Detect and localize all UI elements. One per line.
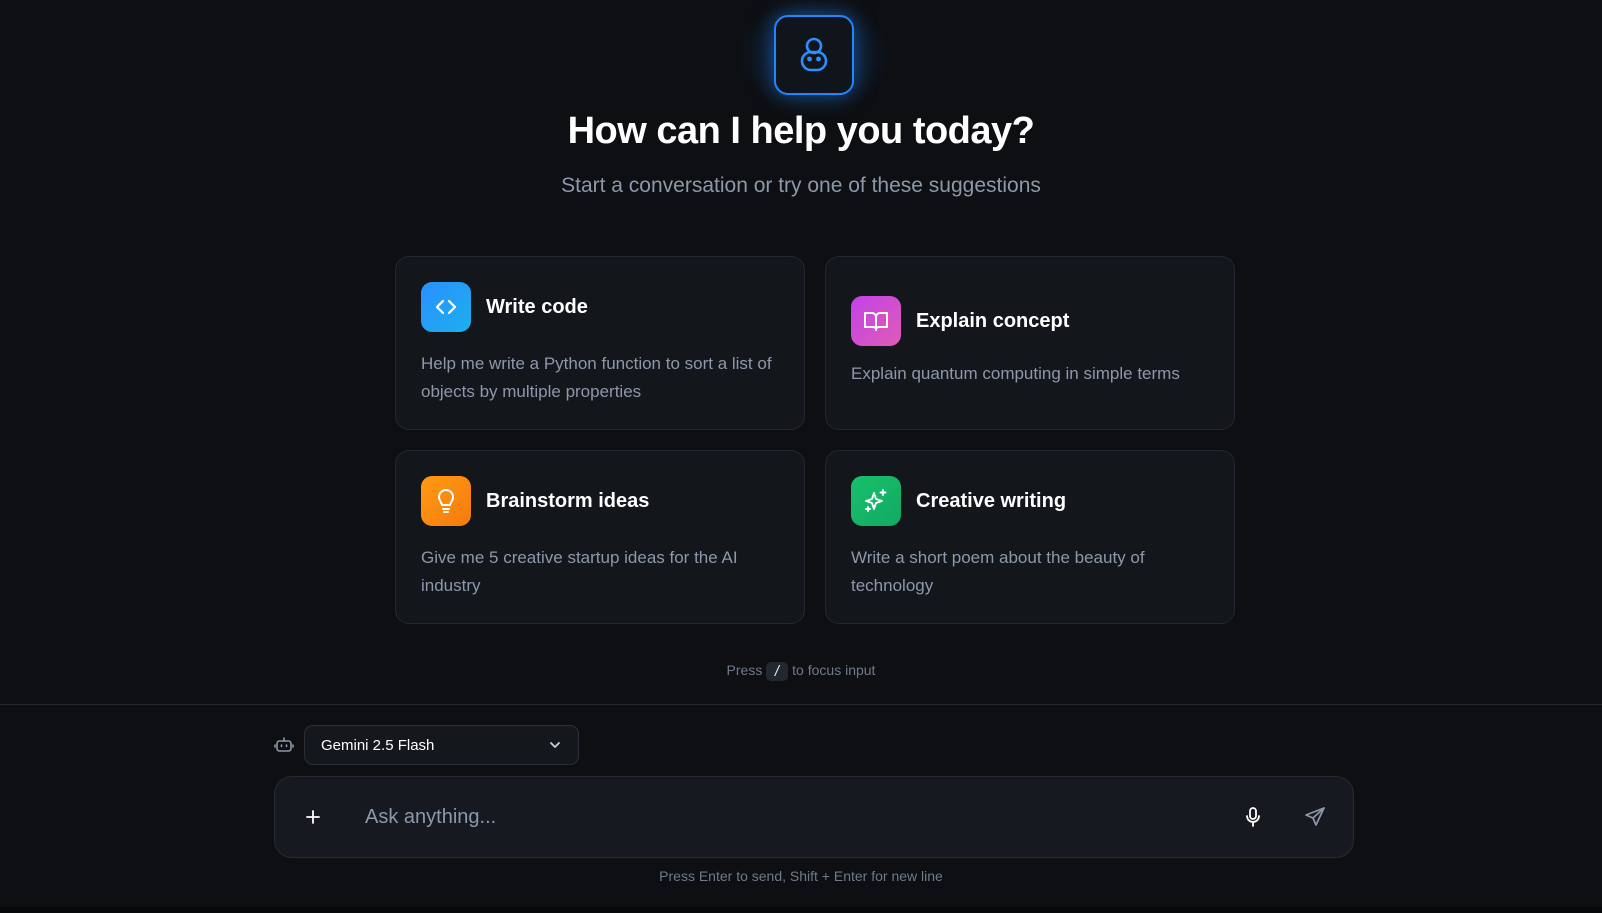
shortcut-key: /: [766, 662, 789, 681]
card-title: Explain concept: [916, 309, 1070, 332]
model-select[interactable]: Gemini 2.5 Flash: [304, 725, 579, 765]
suggestion-card-write-code[interactable]: Write code Help me write a Python functi…: [395, 256, 805, 430]
composer-divider: [0, 704, 1602, 705]
hint-suffix: to focus input: [792, 662, 876, 678]
hint-prefix: Press: [726, 662, 763, 678]
suggestion-card-creative-writing[interactable]: Creative writing Write a short poem abou…: [825, 450, 1235, 624]
suggestion-card-brainstorm-ideas[interactable]: Brainstorm ideas Give me 5 creative star…: [395, 450, 805, 624]
send-shortcut-hint: Press Enter to send, Shift + Enter for n…: [659, 868, 943, 884]
attach-button[interactable]: [293, 797, 333, 837]
focus-shortcut-hint: Press / to focus input: [0, 662, 1602, 681]
page-title: How can I help you today?: [567, 110, 1035, 152]
card-description: Explain quantum computing in simple term…: [851, 364, 1180, 383]
robot-icon: [800, 37, 828, 72]
voice-input-button[interactable]: [1233, 797, 1273, 837]
model-selector-row: Gemini 2.5 Flash: [274, 725, 579, 765]
assistant-logo: [774, 15, 854, 95]
chevron-down-icon: [550, 742, 560, 748]
card-description: Give me 5 creative startup ideas for the…: [421, 548, 738, 595]
page-subtitle: Start a conversation or try one of these…: [561, 174, 1041, 197]
code-icon: [421, 282, 471, 332]
model-select-value: Gemini 2.5 Flash: [321, 736, 435, 754]
card-description: Help me write a Python function to sort …: [421, 354, 772, 401]
lightbulb-icon: [421, 476, 471, 526]
card-title: Brainstorm ideas: [486, 489, 650, 512]
send-button[interactable]: [1295, 797, 1335, 837]
microphone-icon: [1246, 807, 1260, 827]
card-header: Brainstorm ideas: [421, 476, 779, 526]
card-description: Write a short poem about the beauty of t…: [851, 548, 1145, 595]
suggestion-card-explain-concept[interactable]: Explain concept Explain quantum computin…: [825, 256, 1235, 430]
card-header: Write code: [421, 282, 779, 332]
message-composer: [274, 776, 1354, 858]
message-input[interactable]: [365, 797, 1233, 837]
card-header: Creative writing: [851, 476, 1209, 526]
chat-home: How can I help you today? Start a conver…: [0, 0, 1602, 913]
plus-icon: [306, 810, 320, 824]
book-icon: [851, 296, 901, 346]
card-header: Explain concept: [851, 296, 1209, 346]
send-icon: [1305, 807, 1325, 826]
card-title: Creative writing: [916, 489, 1067, 512]
card-title: Write code: [486, 295, 588, 318]
bot-icon: [274, 735, 294, 755]
bottom-edge: [0, 907, 1602, 913]
sparkles-icon: [851, 476, 901, 526]
